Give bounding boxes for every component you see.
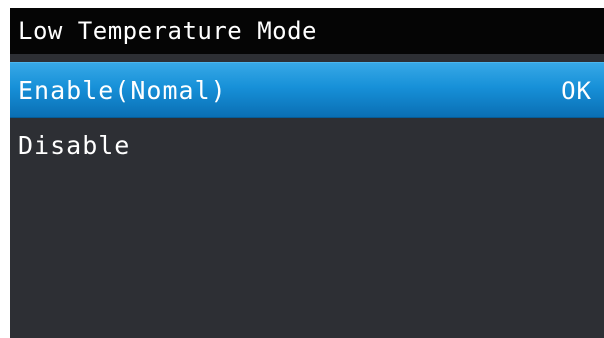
menu-item-label: Disable (18, 131, 131, 160)
page-title: Low Temperature Mode (10, 8, 604, 54)
lcd-screen: Low Temperature Mode Enable(Nomal) OK Di… (10, 8, 604, 338)
menu-item-enable[interactable]: Enable(Nomal) OK (10, 62, 604, 118)
ok-badge: OK (561, 77, 592, 105)
menu-item-label: Enable(Nomal) (18, 76, 227, 105)
option-list: Enable(Nomal) OK Disable (10, 62, 604, 174)
menu-item-disable[interactable]: Disable (10, 118, 604, 174)
